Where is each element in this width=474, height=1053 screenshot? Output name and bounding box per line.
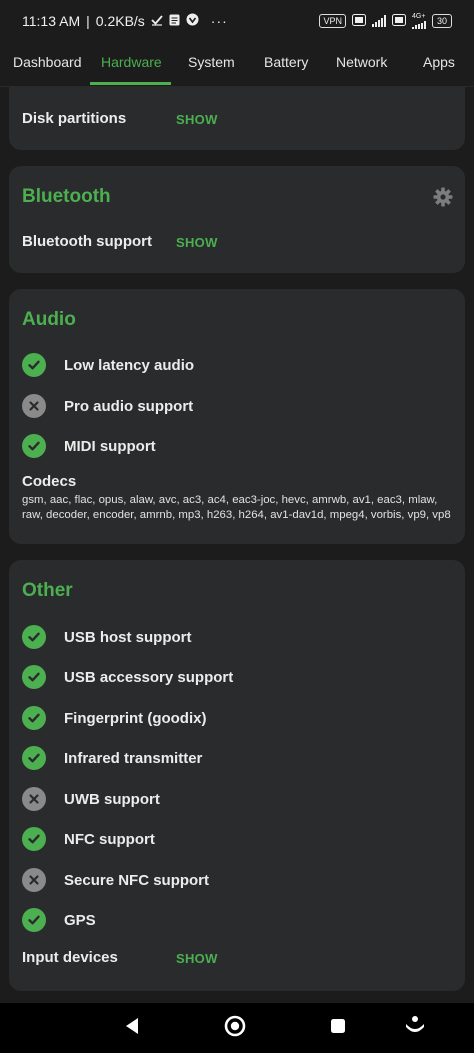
bluetooth-support-label: Bluetooth support xyxy=(22,233,152,250)
feature-label: Secure NFC support xyxy=(64,871,210,889)
back-button[interactable] xyxy=(102,1003,162,1053)
list-item: Fingerprint (goodix) xyxy=(22,705,206,731)
feature-label: Pro audio support xyxy=(64,397,194,415)
notes-icon xyxy=(169,13,180,29)
home-button[interactable] xyxy=(205,1003,265,1053)
feature-label: Low latency audio xyxy=(64,356,195,374)
tab-hardware[interactable]: Hardware xyxy=(101,54,162,70)
check-circle-icon xyxy=(22,434,46,458)
storage-card: Disk partitions SHOW xyxy=(9,87,465,150)
feature-label: Infrared transmitter xyxy=(64,749,203,767)
audio-card: Audio Low latency audio Pro audio suppor… xyxy=(9,289,465,544)
check-circle-icon xyxy=(22,625,46,649)
gear-icon[interactable] xyxy=(433,187,453,212)
status-speed: 0.2KB/s xyxy=(95,13,145,29)
tab-bar: Dashboard Hardware System Battery Networ… xyxy=(0,42,474,87)
feature-label: USB host support xyxy=(64,628,192,646)
list-item: Infrared transmitter xyxy=(22,745,202,771)
bluetooth-title: Bluetooth xyxy=(22,186,111,207)
input-devices-show-button[interactable]: SHOW xyxy=(176,951,218,966)
battery-indicator: 30 xyxy=(431,14,452,28)
volte-icon xyxy=(351,13,366,29)
list-item: Low latency audio xyxy=(22,352,194,378)
signal-icon-2 xyxy=(411,21,426,29)
x-circle-icon xyxy=(22,787,46,811)
vpn-badge: VPN xyxy=(319,14,346,28)
codecs-value: gsm, aac, flac, opus, alaw, avc, ac3, ac… xyxy=(22,494,451,521)
x-circle-icon xyxy=(22,868,46,892)
status-time: 11:13 AM xyxy=(22,13,81,29)
list-item: GPS xyxy=(22,907,96,933)
list-item: Pro audio support xyxy=(22,393,193,419)
feature-label: Fingerprint (goodix) xyxy=(64,709,207,727)
active-tab-indicator xyxy=(90,82,171,85)
audio-title: Audio xyxy=(22,309,76,330)
input-devices-label: Input devices xyxy=(22,949,118,966)
codecs-label: Codecs xyxy=(22,473,77,490)
app-notification-icon xyxy=(186,13,199,29)
tab-battery[interactable]: Battery xyxy=(264,54,308,70)
check-circle-icon xyxy=(22,827,46,851)
tab-network[interactable]: Network xyxy=(336,54,387,70)
x-circle-icon xyxy=(22,394,46,418)
feature-label: NFC support xyxy=(64,830,155,848)
disk-partitions-show-button[interactable]: SHOW xyxy=(176,112,218,127)
check-circle-icon xyxy=(22,706,46,730)
list-item: Secure NFC support xyxy=(22,867,209,893)
navigation-bar xyxy=(0,1003,474,1053)
other-card: Other USB host support USB accessory sup… xyxy=(9,560,465,991)
status-bar: 11:13 AM | 0.2KB/s ··· VPN 4G+ 30 xyxy=(0,0,474,42)
list-item: UWB support xyxy=(22,786,160,812)
signal-icon-1 xyxy=(371,15,386,27)
feature-label: MIDI support xyxy=(64,437,156,455)
check-circle-icon xyxy=(22,353,46,377)
assistant-button[interactable] xyxy=(385,1003,445,1053)
check-circle-icon xyxy=(22,665,46,689)
feature-label: UWB support xyxy=(64,790,160,808)
bluetooth-support-show-button[interactable]: SHOW xyxy=(176,235,218,250)
more-notifications-icon: ··· xyxy=(210,13,228,29)
assistant-icon xyxy=(404,1015,426,1042)
check-circle-icon xyxy=(22,746,46,770)
list-item: USB accessory support xyxy=(22,664,233,690)
list-item: USB host support xyxy=(22,624,192,650)
home-circle-icon xyxy=(224,1015,246,1042)
tab-apps[interactable]: Apps xyxy=(423,54,455,70)
back-triangle-icon xyxy=(124,1017,140,1040)
feature-label: GPS xyxy=(64,911,96,929)
other-title: Other xyxy=(22,580,73,601)
volte-icon-2 xyxy=(391,13,406,29)
download-check-icon xyxy=(151,13,163,29)
bluetooth-card: Bluetooth Bluetooth support SHOW xyxy=(9,166,465,273)
list-item: NFC support xyxy=(22,826,155,852)
tab-dashboard[interactable]: Dashboard xyxy=(13,54,82,70)
tab-system[interactable]: System xyxy=(188,54,235,70)
network-type: 4G+ xyxy=(411,13,426,20)
recents-square-icon xyxy=(330,1018,346,1039)
feature-label: USB accessory support xyxy=(64,668,234,686)
list-item: MIDI support xyxy=(22,433,156,459)
recents-button[interactable] xyxy=(308,1003,368,1053)
status-separator: | xyxy=(86,13,90,29)
disk-partitions-label: Disk partitions xyxy=(22,110,127,127)
check-circle-icon xyxy=(22,908,46,932)
